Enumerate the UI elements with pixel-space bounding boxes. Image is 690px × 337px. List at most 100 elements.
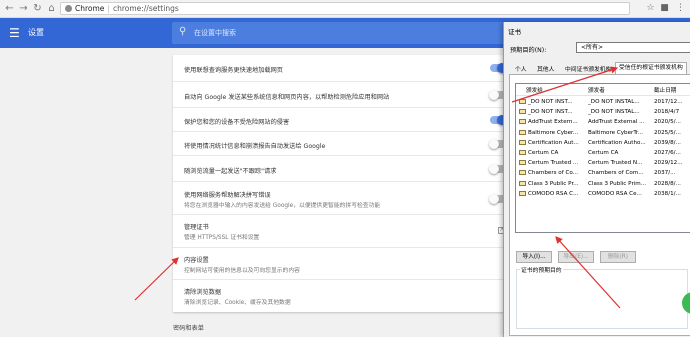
certificate-cell: Certum Trusted N... bbox=[588, 160, 643, 167]
browser-toolbar: ← → ↻ ⌂ Chrome | chrome://settings ☆ ■ ⋮ bbox=[0, 0, 690, 18]
certificate-row[interactable]: Chambers of Co... Chambers of Com... 2037/… bbox=[516, 168, 690, 178]
row-label: 自动向 Google 发送某些系统信息和网页内容，以帮助检测危险应用和网站 bbox=[184, 94, 390, 101]
certificate-list[interactable]: 颁发给 颁发者 截止日期 _DO NOT INST... _DO NOT INST… bbox=[515, 83, 690, 233]
settings-row[interactable]: 随浏览流量一起发送"不跟踪"请求 bbox=[173, 155, 513, 181]
row-label: 保护您和您的设备不受危险网站的侵害 bbox=[184, 119, 290, 126]
column-header[interactable]: 颁发者 bbox=[588, 86, 605, 94]
certificate-cell: _DO NOT INSTAL... bbox=[588, 109, 640, 116]
certificate-list-header: 颁发给 颁发者 截止日期 bbox=[516, 84, 690, 96]
certificate-cell-text: Certum CA bbox=[528, 150, 559, 156]
certificate-cell: 2025/5/... bbox=[654, 129, 681, 136]
row-sublabel: 将您在浏览器中输入的内容发送给 Google，以便提供更智能的拼写检查功能 bbox=[184, 203, 381, 209]
certificate-cell: Certum CA bbox=[588, 150, 619, 156]
certificate-row[interactable]: Certum Trusted ... Certum Trusted N... 202… bbox=[516, 158, 690, 168]
address-bar[interactable]: Chrome | chrome://settings bbox=[60, 2, 630, 15]
certificate-cell: Baltimore CyberTr... bbox=[588, 129, 644, 136]
certificates-dialog: 证书 预期目的(N): <所有> 个人 其他人 中间证书颁发机构 受信任的根证书… bbox=[503, 22, 690, 337]
column-header[interactable]: 截止日期 bbox=[654, 86, 676, 94]
page-title: 设置 bbox=[28, 28, 44, 37]
certificate-row[interactable]: _DO NOT INST... _DO NOT INSTAL... 2018/4/7 bbox=[516, 107, 690, 117]
certificate-cell: _DO NOT INST... bbox=[519, 97, 579, 107]
certificate-purposes-group: 证书的预期目的 bbox=[516, 265, 688, 329]
certificate-cell: Class 3 Public Prim... bbox=[588, 180, 647, 187]
purpose-label: 预期目的(N): bbox=[510, 47, 547, 54]
certificate-icon bbox=[519, 109, 526, 115]
remove-button[interactable]: 删除(R) bbox=[600, 251, 636, 263]
forward-icon[interactable]: → bbox=[17, 2, 30, 15]
hamburger-menu-icon[interactable]: ☰ bbox=[9, 26, 20, 40]
certificate-cell: _DO NOT INSTAL... bbox=[588, 99, 640, 105]
row-label: 清除浏览数据 bbox=[184, 289, 222, 296]
certificate-cell-text: Certification Aut... bbox=[528, 139, 579, 146]
group-label: 证书的预期目的 bbox=[520, 265, 563, 274]
tab-intermediate-ca[interactable]: 中间证书颁发机构 bbox=[561, 64, 615, 74]
certificate-icon bbox=[519, 119, 526, 125]
certificate-cell: Chambers of Com... bbox=[588, 170, 644, 177]
extension-icon[interactable]: ■ bbox=[658, 2, 671, 15]
certificate-cell: 2038/1/... bbox=[654, 190, 681, 197]
certificate-cell: Certum CA bbox=[519, 148, 579, 158]
purpose-select[interactable]: <所有> bbox=[576, 42, 690, 53]
certificate-cell-text: Class 3 Public Pr... bbox=[528, 180, 579, 187]
certificate-cell: AddTrust Extern... bbox=[519, 117, 579, 127]
chrome-page-icon bbox=[65, 5, 72, 12]
certificate-row[interactable]: Certum CA Certum CA 2027/6/... bbox=[516, 148, 690, 158]
certificate-icon bbox=[519, 170, 526, 176]
settings-search-input[interactable]: ⚲ 在设置中搜索 bbox=[172, 22, 507, 44]
settings-row[interactable]: 保护您和您的设备不受危险网站的侵害 bbox=[173, 107, 513, 131]
certificate-cell: _DO NOT INST... bbox=[519, 107, 579, 117]
search-placeholder: 在设置中搜索 bbox=[194, 29, 236, 37]
dialog-title: 证书 bbox=[508, 28, 521, 36]
certificate-icon bbox=[519, 139, 526, 145]
certificate-cell: 2037/... bbox=[654, 170, 676, 177]
column-header[interactable]: 颁发给 bbox=[526, 86, 543, 94]
tab-other-people[interactable]: 其他人 bbox=[533, 64, 558, 74]
certificate-row[interactable]: _DO NOT INST... _DO NOT INSTAL... 2017/12.… bbox=[516, 97, 690, 107]
import-button[interactable]: 导入(I)... bbox=[516, 251, 552, 263]
certificate-cell: AddTrust External ... bbox=[588, 119, 645, 126]
certificate-tabs: 个人 其他人 中间证书颁发机构 受信任的根证书颁发机构 受 bbox=[509, 62, 690, 74]
settings-row[interactable]: 将使用情况统计信息和崩溃报告自动发送给 Google bbox=[173, 131, 513, 155]
reload-icon[interactable]: ↻ bbox=[31, 2, 44, 15]
settings-row[interactable]: 使用网络服务帮助解决拼写错误 将您在浏览器中输入的内容发送给 Google，以便… bbox=[173, 181, 513, 214]
export-button[interactable]: 导出(E)... bbox=[558, 251, 594, 263]
certificate-row[interactable]: Baltimore Cyber... Baltimore CyberTr... 20… bbox=[516, 128, 690, 138]
certificate-cell-text: AddTrust Extern... bbox=[528, 119, 578, 126]
certificate-row[interactable]: COMODO RSA C... COMODO RSA Ce... 2038/1/..… bbox=[516, 189, 690, 199]
tab-panel: 颁发给 颁发者 截止日期 _DO NOT INST... _DO NOT INST… bbox=[509, 74, 690, 336]
certificate-cell-text: Chambers of Co... bbox=[528, 170, 579, 177]
certificate-cell: Certum Trusted ... bbox=[519, 158, 579, 168]
certificate-cell: 2018/4/7 bbox=[654, 109, 680, 116]
certificate-cell: 2029/12... bbox=[654, 160, 683, 167]
certificate-cell: Chambers of Co... bbox=[519, 168, 579, 178]
settings-row[interactable]: 自动向 Google 发送某些系统信息和网页内容，以帮助检测危险应用和网站 bbox=[173, 81, 513, 107]
certificate-cell-text: _DO NOT INST... bbox=[528, 109, 573, 116]
tab-personal[interactable]: 个人 bbox=[511, 64, 531, 74]
certificate-cell: Certification Aut... bbox=[519, 138, 579, 148]
certificate-cell: 2020/5/... bbox=[654, 119, 681, 126]
certificate-cell: Certification Autho... bbox=[588, 139, 646, 146]
clear-browsing-data-row[interactable]: 清除浏览数据 清除浏览记录、Cookie、缓存及其他数据 bbox=[173, 279, 513, 312]
arrow-to-manage-certificates bbox=[134, 257, 179, 301]
certificate-row[interactable]: Certification Aut... Certification Autho.… bbox=[516, 138, 690, 148]
settings-row[interactable]: 使用联想查询服务更快速地加载网页 bbox=[173, 55, 513, 81]
certificate-row[interactable]: AddTrust Extern... AddTrust External ... 2… bbox=[516, 117, 690, 127]
privacy-settings-card: 使用联想查询服务更快速地加载网页 自动向 Google 发送某些系统信息和网页内… bbox=[173, 55, 513, 312]
certificate-cell: 2028/8/... bbox=[654, 180, 681, 187]
certificate-row[interactable]: Class 3 Public Pr... Class 3 Public Prim.… bbox=[516, 179, 690, 189]
certificate-cell-text: COMODO RSA C... bbox=[528, 190, 579, 197]
manage-certificates-row[interactable]: 管理证书 管理 HTTPS/SSL 证书和设置 ↗ bbox=[173, 214, 513, 247]
certificate-cell: 2027/6/... bbox=[654, 150, 681, 156]
row-label: 使用网络服务帮助解决拼写错误 bbox=[184, 192, 271, 199]
certificate-icon bbox=[519, 180, 526, 186]
content-settings-row[interactable]: 内容设置 控制网站可使用的信息以及可向您显示的内容 bbox=[173, 247, 513, 279]
chrome-label: Chrome bbox=[75, 4, 105, 13]
certificate-icon bbox=[519, 190, 526, 196]
tab-trusted-root-ca[interactable]: 受信任的根证书颁发机构 bbox=[615, 62, 687, 74]
back-icon[interactable]: ← bbox=[3, 2, 16, 15]
star-icon[interactable]: ☆ bbox=[644, 2, 657, 15]
home-icon[interactable]: ⌂ bbox=[45, 2, 58, 15]
row-label: 随浏览流量一起发送"不跟踪"请求 bbox=[184, 168, 277, 175]
menu-icon[interactable]: ⋮ bbox=[674, 2, 687, 15]
certificate-cell: 2017/12... bbox=[654, 99, 683, 105]
